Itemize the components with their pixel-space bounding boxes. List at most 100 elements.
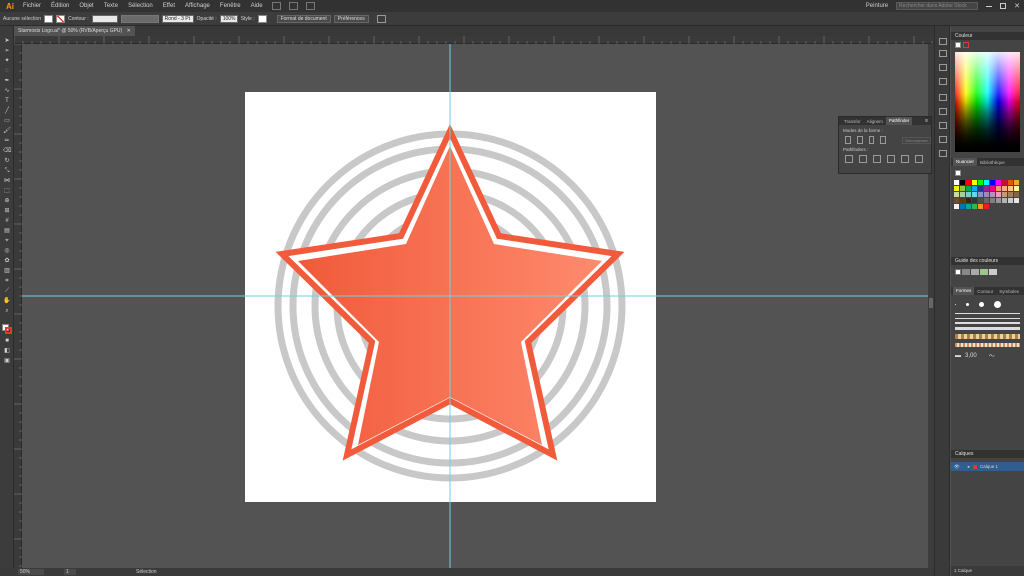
- brush-dots-row[interactable]: [955, 299, 1020, 309]
- gpu-performance-icon[interactable]: [305, 2, 315, 10]
- harmony-swatch[interactable]: [980, 269, 988, 275]
- swatch[interactable]: [984, 180, 989, 185]
- style-swatch[interactable]: [257, 14, 267, 23]
- swatch[interactable]: [978, 186, 983, 191]
- menu-effet[interactable]: Effet: [158, 3, 180, 9]
- fill-swatch[interactable]: [44, 14, 54, 23]
- swatch[interactable]: [954, 204, 959, 209]
- arrange-icon[interactable]: [376, 14, 386, 23]
- menu-affichage[interactable]: Affichage: [180, 3, 215, 9]
- tab-libraries[interactable]: Bibliothèque: [977, 160, 1008, 165]
- horizontal-ruler[interactable]: [13, 36, 934, 44]
- swatch[interactable]: [972, 192, 977, 197]
- stroke-weight-field[interactable]: [91, 14, 118, 23]
- swatches-icon[interactable]: [939, 64, 947, 71]
- stock-search-input[interactable]: Rechercher dans Adobe Stock: [896, 2, 979, 10]
- swatch[interactable]: [1008, 198, 1013, 203]
- tab-swatches[interactable]: Nuancier: [953, 158, 978, 166]
- unite-icon[interactable]: [845, 136, 851, 144]
- merge-icon[interactable]: [873, 155, 881, 163]
- swatch-fill-icon[interactable]: [955, 170, 961, 176]
- layers-icon[interactable]: [939, 136, 947, 143]
- swatch[interactable]: [990, 186, 995, 191]
- lasso-tool-icon[interactable]: ◌: [3, 68, 11, 75]
- swatch[interactable]: [960, 180, 965, 185]
- swatch[interactable]: [990, 180, 995, 185]
- eraser-tool-icon[interactable]: ⌫: [3, 148, 11, 155]
- color-fill-swatch[interactable]: [955, 42, 961, 48]
- menu-aide[interactable]: Aide: [246, 3, 268, 9]
- expand-button[interactable]: Décomposer: [902, 136, 931, 144]
- tab-transform[interactable]: Transfor: [841, 119, 864, 124]
- artboard-nav[interactable]: 1: [64, 569, 76, 575]
- menu-objet[interactable]: Objet: [74, 3, 98, 9]
- divide-icon[interactable]: [845, 155, 853, 163]
- swatch[interactable]: [1008, 180, 1013, 185]
- zoom-field[interactable]: 50%: [18, 569, 44, 575]
- symbol-sprayer-icon[interactable]: ✿: [3, 258, 11, 265]
- tab-pathfinder[interactable]: Pathfinder: [885, 117, 913, 125]
- bridge-icon[interactable]: [271, 2, 281, 10]
- preferences-button[interactable]: Préférences: [333, 14, 369, 23]
- panel-menu-icon[interactable]: ≡: [925, 118, 928, 124]
- swatch[interactable]: [972, 186, 977, 191]
- swatch[interactable]: [984, 192, 989, 197]
- brushes-icon[interactable]: [939, 78, 947, 85]
- color-mode-icon[interactable]: ■: [3, 338, 11, 345]
- color-guide-strip[interactable]: [951, 265, 1024, 279]
- color-stroke-swatch[interactable]: [963, 42, 969, 48]
- properties-icon[interactable]: [939, 94, 947, 101]
- swatch[interactable]: [1014, 198, 1019, 203]
- swatch[interactable]: [1002, 192, 1007, 197]
- swatch[interactable]: [1002, 180, 1007, 185]
- gradient-tool-icon[interactable]: ▤: [3, 228, 11, 235]
- harmony-swatch[interactable]: [955, 269, 961, 275]
- swatch[interactable]: [972, 198, 977, 203]
- draw-mode-icon[interactable]: ◧: [3, 348, 11, 355]
- swatch[interactable]: [978, 198, 983, 203]
- swatch[interactable]: [954, 180, 959, 185]
- menu-fichier[interactable]: Fichier: [18, 3, 46, 9]
- pencil-tool-icon[interactable]: ✏: [3, 138, 11, 145]
- color-guide-icon[interactable]: [939, 50, 947, 57]
- swatch[interactable]: [990, 192, 995, 197]
- minimize-icon[interactable]: [986, 5, 993, 7]
- artboards-icon[interactable]: [939, 150, 947, 157]
- swatch[interactable]: [1002, 198, 1007, 203]
- document-tab[interactable]: Starmosis Logo.ai* @ 50% (RVB/Aperçu GPU…: [14, 26, 135, 36]
- tab-brushes[interactable]: Formes: [953, 287, 975, 295]
- menu-fenetre[interactable]: Fenêtre: [215, 3, 246, 9]
- close-tab-icon[interactable]: ✕: [127, 28, 131, 34]
- graphic-styles-icon[interactable]: [939, 122, 947, 129]
- shape-builder-icon[interactable]: ⊕: [3, 198, 11, 205]
- swatch[interactable]: [978, 204, 983, 209]
- color-panel-icon[interactable]: [939, 38, 947, 45]
- free-transform-icon[interactable]: ⬚: [3, 188, 11, 195]
- intersect-icon[interactable]: [868, 136, 875, 144]
- swatch[interactable]: [966, 192, 971, 197]
- harmony-swatch[interactable]: [989, 269, 997, 275]
- swatch[interactable]: [1008, 192, 1013, 197]
- scroll-thumb[interactable]: [929, 298, 933, 308]
- swatch[interactable]: [954, 186, 959, 191]
- menu-texte[interactable]: Texte: [99, 3, 123, 9]
- screen-mode-icon[interactable]: ▣: [3, 358, 11, 365]
- trim-icon[interactable]: [859, 155, 867, 163]
- swatch[interactable]: [960, 186, 965, 191]
- exclude-icon[interactable]: [880, 136, 887, 144]
- slice-tool-icon[interactable]: ⟋: [3, 288, 11, 295]
- swatch[interactable]: [972, 180, 977, 185]
- type-tool-icon[interactable]: T: [3, 98, 11, 105]
- brush-line[interactable]: [955, 318, 1020, 319]
- scale-tool-icon[interactable]: ⤡: [3, 168, 11, 175]
- opacity-field[interactable]: 100%: [219, 14, 238, 23]
- tab-stroke[interactable]: Contour: [974, 289, 996, 294]
- visibility-eye-icon[interactable]: 👁: [954, 464, 960, 470]
- appearance-icon[interactable]: [939, 108, 947, 115]
- swatch[interactable]: [978, 192, 983, 197]
- rotate-tool-icon[interactable]: ↻: [3, 158, 11, 165]
- canvas[interactable]: [22, 44, 928, 568]
- crop-icon[interactable]: [887, 155, 895, 163]
- swatch[interactable]: [984, 198, 989, 203]
- stroke-swatch[interactable]: [56, 14, 66, 23]
